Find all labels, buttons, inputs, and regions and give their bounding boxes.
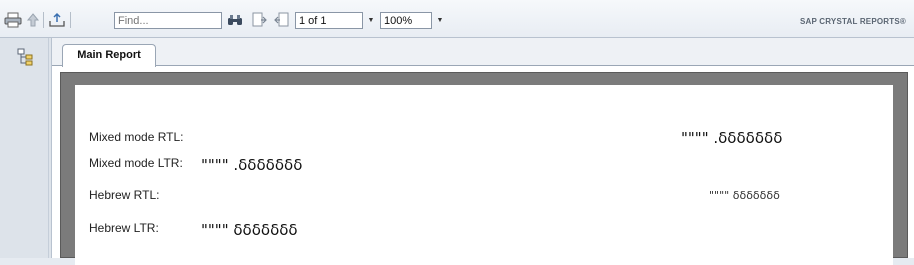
row-label-hebrew-rtl: Hebrew RTL: bbox=[89, 188, 160, 202]
group-tree-icon bbox=[17, 48, 33, 66]
group-tree-toggle-button[interactable] bbox=[16, 48, 36, 66]
row-label-hebrew-ltr: Hebrew LTR: bbox=[89, 221, 159, 235]
report-page: Mixed mode RTL: """" .ẟẟẟẟẟẟẟ Mixed mode… bbox=[75, 85, 893, 265]
report-viewer: Main Report Mixed mode RTL: """" .ẟẟẟẟẟẟ… bbox=[52, 38, 914, 265]
row-label-mixed-ltr: Mixed mode LTR: bbox=[89, 156, 183, 170]
tab-strip: Main Report bbox=[52, 38, 914, 67]
binoculars-icon bbox=[228, 15, 242, 25]
print-icon bbox=[4, 12, 22, 28]
main-toolbar: ▼ ▼ SAP CRYSTAL REPORTS® bbox=[0, 0, 914, 38]
arrow-up-icon bbox=[26, 13, 40, 27]
search-button[interactable] bbox=[225, 11, 245, 29]
search-input[interactable] bbox=[114, 12, 222, 29]
first-page-button[interactable] bbox=[249, 11, 269, 29]
tab-main-report[interactable]: Main Report bbox=[62, 44, 156, 67]
brand-logo: SAP CRYSTAL REPORTS® bbox=[799, 17, 906, 26]
export-icon bbox=[49, 12, 65, 27]
row-label-mixed-rtl: Mixed mode RTL: bbox=[89, 130, 184, 144]
export-button[interactable] bbox=[47, 11, 67, 29]
toolbar-separator bbox=[43, 12, 44, 28]
previous-page-button[interactable] bbox=[272, 11, 292, 29]
up-button[interactable] bbox=[23, 11, 43, 29]
group-tree-panel bbox=[0, 38, 52, 258]
page-forward-icon bbox=[252, 12, 267, 27]
page-dropdown-arrow[interactable]: ▼ bbox=[365, 13, 377, 28]
panel-divider bbox=[48, 38, 49, 258]
row-value-mixed-ltr: """" .ẟẟẟẟẟẟẟ bbox=[201, 156, 303, 174]
print-button[interactable] bbox=[3, 11, 23, 29]
report-canvas[interactable]: Mixed mode RTL: """" .ẟẟẟẟẟẟẟ Mixed mode… bbox=[60, 72, 908, 265]
row-value-hebrew-rtl: """" ẟẟẟẟẟẟẟ bbox=[709, 189, 780, 202]
page-back-icon bbox=[274, 12, 289, 27]
row-value-hebrew-ltr: """" ẟẟẟẟẟẟẟ bbox=[201, 221, 298, 239]
zoom-dropdown-arrow[interactable]: ▼ bbox=[434, 13, 446, 28]
page-number-field[interactable] bbox=[295, 12, 363, 29]
toolbar-separator bbox=[70, 12, 71, 28]
zoom-field[interactable] bbox=[380, 12, 432, 29]
row-value-mixed-rtl: """" .ẟẟẟẟẟẟẟ bbox=[681, 129, 783, 147]
